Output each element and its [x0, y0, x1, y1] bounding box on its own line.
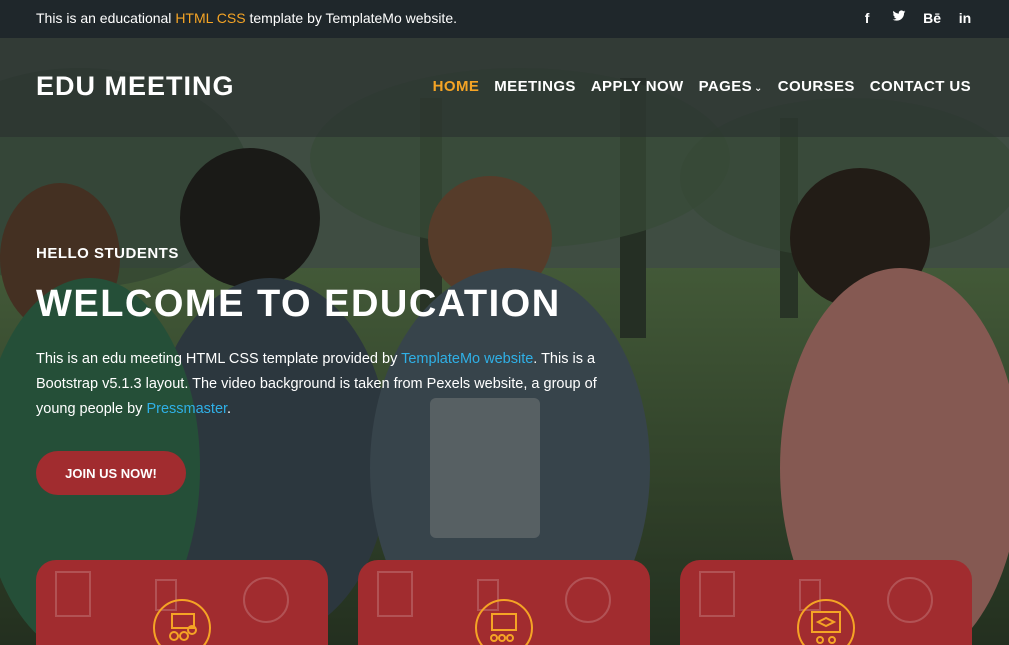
group-meeting-icon	[153, 599, 211, 645]
behance-icon[interactable]: Bē	[923, 9, 941, 27]
linkedin-icon[interactable]: in	[957, 9, 973, 27]
service-card-3[interactable]	[680, 560, 972, 645]
chevron-down-icon: ⌄	[754, 83, 763, 94]
pressmaster-link[interactable]: Pressmaster	[146, 401, 227, 417]
facebook-icon[interactable]: f	[859, 9, 875, 27]
nav-apply-now[interactable]: APPLY NOW	[591, 78, 684, 95]
top-info-text-pre: This is an educational	[36, 10, 172, 26]
main-nav: HOME MEETINGS APPLY NOW PAGES ⌄ COURSES C…	[433, 78, 971, 95]
hero-desc-part-3: .	[227, 401, 232, 417]
top-info-message: This is an educational HTML CSS template…	[36, 10, 457, 26]
social-links: f Bē in	[859, 9, 973, 27]
service-card-2[interactable]	[358, 560, 650, 645]
templatemo-link[interactable]: TemplateMo website	[401, 351, 533, 367]
nav-pages-label: PAGES	[698, 78, 753, 95]
top-info-bar: This is an educational HTML CSS template…	[0, 0, 1009, 38]
twitter-icon[interactable]	[891, 9, 907, 27]
graduation-board-icon	[797, 599, 855, 645]
site-header: EDU MEETING HOME MEETINGS APPLY NOW PAGE…	[0, 38, 1009, 137]
nav-pages[interactable]: PAGES ⌄	[699, 78, 763, 95]
nav-courses[interactable]: COURSES	[778, 78, 855, 95]
classroom-presentation-icon	[475, 599, 533, 645]
top-info-text-post: template by TemplateMo website.	[249, 10, 457, 26]
join-us-button[interactable]: JOIN US NOW!	[36, 451, 186, 495]
hero-desc-part-1: This is an edu meeting HTML CSS template…	[36, 351, 398, 367]
hero-kicker: HELLO STUDENTS	[36, 245, 179, 262]
nav-contact-us[interactable]: CONTACT US	[870, 78, 971, 95]
top-info-highlight: HTML CSS	[175, 10, 246, 26]
hero-headline: WELCOME TO EDUCATION	[36, 283, 561, 325]
service-card-1[interactable]	[36, 560, 328, 645]
hero-description: This is an edu meeting HTML CSS template…	[36, 347, 611, 422]
site-logo[interactable]: EDU MEETING	[36, 71, 235, 102]
nav-meetings[interactable]: MEETINGS	[494, 78, 576, 95]
hero-section: EDU MEETING HOME MEETINGS APPLY NOW PAGE…	[0, 38, 1009, 645]
nav-home[interactable]: HOME	[433, 78, 480, 95]
